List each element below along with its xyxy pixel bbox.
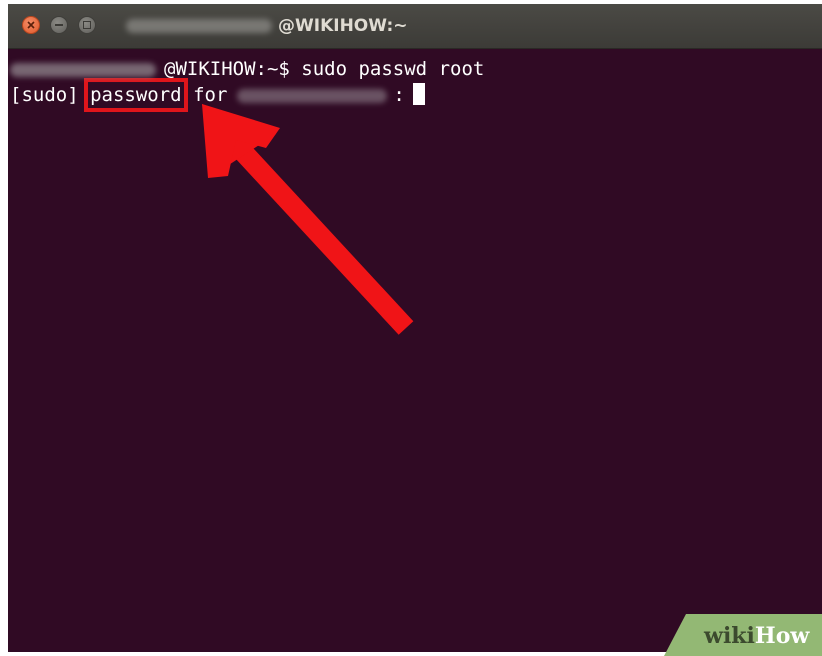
red-arrow-annotation	[202, 104, 414, 335]
watermark-how: How	[754, 623, 810, 649]
watermark-wiki: wiki	[704, 623, 755, 649]
watermark-text: wikiHow	[704, 622, 809, 650]
wikihow-watermark: wikiHow	[664, 614, 822, 656]
